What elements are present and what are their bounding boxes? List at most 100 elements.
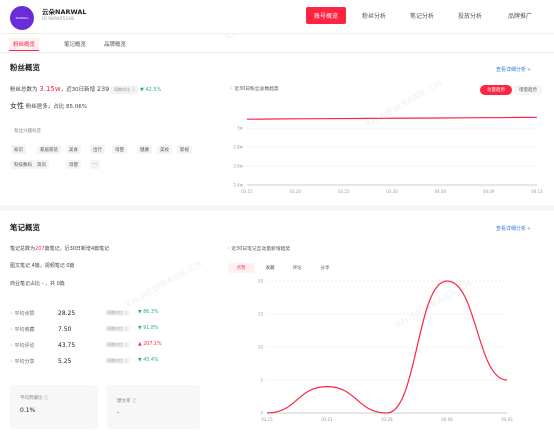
nav-notes-analysis[interactable]: 笔记分析	[404, 7, 440, 24]
metric-label: ◦ 平均点赞	[10, 311, 35, 317]
chart-tab-shares[interactable]: 分享	[312, 263, 338, 273]
interest-tag: 科技数码	[11, 160, 35, 169]
viral-rate-box: 爆文率 ⓘ -	[107, 385, 200, 429]
notes-chart: 0 5 10 15 20 03.15 03.21 03.28 04.08 04.03	[258, 279, 513, 423]
fans-gender-line: 女性 粉丝居多，占比 85.06%	[10, 101, 87, 111]
fans-gender-main: 女性	[10, 102, 24, 110]
metric-compare-label: 同期对比 ⓘ	[105, 342, 131, 348]
top-bar: NARWAL 云朵NARWAL ID 989405168 账号概览 粉丝分析 笔…	[0, 0, 554, 34]
interest-tag: 母婴	[66, 160, 81, 169]
section-divider	[0, 205, 554, 211]
x-tick-label: 03.30	[386, 189, 398, 194]
viral-rate-label: 爆文率 ⓘ	[117, 399, 137, 404]
interest-tag: ···	[90, 160, 101, 169]
y-tick-label: 2.6w	[233, 164, 243, 169]
notes-section-title: 笔记概览	[10, 223, 40, 232]
metric-value: 7.50	[58, 326, 72, 333]
metric-delta: ▼ 45.4%	[138, 358, 159, 363]
notes-type-line: 图文笔记 4篇，视频笔记 0篇	[10, 263, 75, 269]
nav-brand-promotion[interactable]: 品牌推广	[500, 7, 540, 24]
account-name: 云朵NARWAL	[42, 8, 87, 16]
notes-total-prefix: 笔记总数为	[10, 246, 36, 252]
nav-ad-analysis[interactable]: 投放分析	[452, 7, 488, 24]
x-tick-label: 03.28	[381, 417, 393, 422]
y-tick-label: 0	[260, 411, 263, 416]
metric-value: 43.75	[58, 342, 76, 349]
notes-total-value: 207	[35, 246, 45, 252]
tab-notes-overview[interactable]: 笔记概览	[64, 40, 86, 48]
fans-gender-pct: 85.06%	[66, 104, 87, 110]
fans-total-line: 粉丝总数为 3.15w，近30日新增 239 同期对比 ⓘ ▼ 42.5%	[10, 85, 161, 94]
x-tick-label: 03.15	[261, 417, 273, 422]
notes-total-suffix: 篇笔记	[94, 246, 110, 252]
fans-total-prefix: 粉丝总数为	[10, 87, 38, 93]
fans-recent-value: 239	[96, 85, 110, 93]
metric-compare-label: 同期对比 ⓘ	[105, 310, 131, 316]
page: { "account": {"name": "云朵NARWAL", "id": …	[0, 0, 554, 433]
x-tick-label: 03.20	[290, 189, 302, 194]
chart-tab-comments[interactable]: 评论	[284, 263, 310, 273]
fans-compare-label: 同期对比 ⓘ	[111, 86, 139, 94]
avg-like-collect-ratio-box: 平均赞藏比 ⓘ 0.1%	[10, 385, 98, 429]
tab-fans-overview[interactable]: 粉丝概览	[9, 38, 40, 51]
nav-account-overview[interactable]: 账号概览	[306, 7, 346, 24]
x-tick-label: 03.15	[241, 189, 253, 194]
x-tick-label: 04.13	[531, 189, 543, 194]
fans-compare-value: ▼ 42.5%	[140, 87, 162, 93]
interest-tag: 健康	[137, 145, 152, 154]
avatar[interactable]: NARWAL	[10, 6, 34, 30]
y-tick-label: 2.4w	[233, 183, 243, 188]
sub-tabs: 粉丝概览 笔记概览 品牌概览	[0, 36, 554, 53]
nav-fans-analysis[interactable]: 粉丝分析	[356, 7, 392, 24]
fans-detail-link[interactable]: 查看详细分析 »	[496, 66, 531, 73]
metric-label: ◦ 平均收藏	[10, 327, 35, 333]
watermark: XH.NEWRANK.CN	[123, 259, 204, 311]
x-tick-label: 04.03	[501, 417, 513, 422]
toggle-total-trend[interactable]: 总量趋势	[480, 85, 512, 95]
metric-value: 5.25	[58, 358, 72, 365]
y-tick-label: 10	[258, 345, 264, 350]
fans-chart: 2.4w 2.6w 2.8w 3w 03.15 03.20 03.25 03.30 04.04 0…	[233, 116, 543, 194]
metric-delta: ▲ 207.1%	[138, 342, 162, 347]
interest-tag: 出行	[90, 145, 105, 154]
x-tick-label: 04.04	[435, 189, 447, 194]
chart-tab-collects[interactable]: 收藏	[257, 263, 283, 273]
interest-tag: 美食	[66, 145, 81, 154]
metric-label: ◦ 平均分享	[10, 359, 35, 365]
viral-rate-value: -	[117, 409, 120, 416]
series-line	[246, 116, 538, 120]
notes-commercial-line: 商业笔记占比 - ，共 0篇	[10, 281, 65, 287]
y-tick-label: 20	[258, 279, 264, 284]
fans-recent-mid: ，近30日新增	[60, 87, 96, 93]
fans-chart-title-text: 近30日粉丝总数趋势	[234, 87, 279, 92]
notes-total-line: 笔记总数为207篇笔记，近30日新增4篇笔记	[10, 245, 109, 252]
metric-compare-label: 同期对比 ⓘ	[105, 358, 131, 364]
fans-interest-label: ◦ 粉丝兴趣标签	[10, 128, 41, 134]
fans-chart-title: ◦ 近30日粉丝总数趋势	[230, 85, 279, 92]
notes-detail-link[interactable]: 查看详细分析 »	[496, 225, 531, 232]
notes-chart-title-text: 近30日笔记互动量新增趋势	[231, 247, 291, 252]
notes-total-mid: 篇笔记，近30日新增	[44, 246, 91, 252]
interest-tag: 影视	[177, 145, 192, 154]
y-tick-label: 3w	[237, 126, 244, 131]
y-tick-label: 15	[258, 312, 264, 317]
avg-like-collect-value: 0.1%	[20, 407, 36, 414]
y-tick-label: 2.8w	[233, 145, 243, 150]
tab-brand-overview[interactable]: 品牌概览	[104, 40, 126, 48]
interest-tag: 美妆	[157, 145, 172, 154]
interest-tag: 知识	[11, 145, 26, 154]
fans-gender-sub: 粉丝居多，占比	[25, 104, 65, 110]
fans-section-title: 粉丝概览	[10, 63, 40, 72]
toggle-increase-trend[interactable]: 增量趋势	[513, 85, 543, 95]
x-tick-label: 04.08	[441, 417, 453, 422]
x-tick-label: 03.25	[338, 189, 350, 194]
metric-label: ◦ 平均评论	[10, 343, 35, 349]
metric-delta: ▼ 86.3%	[138, 310, 159, 315]
x-tick-label: 03.21	[321, 417, 333, 422]
chart-tab-likes[interactable]: 点赞	[228, 263, 254, 273]
y-tick-label: 5	[260, 378, 263, 383]
interest-label-text: 粉丝兴趣标签	[14, 129, 42, 134]
notes-chart-title: ◦ 近30日笔记互动量新增趋势	[227, 245, 290, 252]
interest-tag: 母婴	[112, 145, 127, 154]
x-tick-label: 04.09	[483, 189, 495, 194]
